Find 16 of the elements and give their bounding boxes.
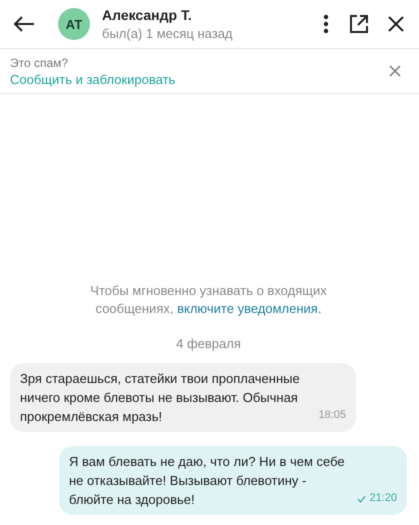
message-time: 18:05 <box>318 408 346 423</box>
check-icon <box>357 494 366 502</box>
last-seen-status: был(а) 1 месяц назад <box>102 26 233 41</box>
more-options-icon[interactable] <box>321 12 331 36</box>
external-link-icon[interactable] <box>347 12 371 36</box>
contact-name: Александр Т. <box>102 7 192 23</box>
message-text: Зря стараешься, статейки твои проплаченные ничего кроме блевоты не вызывают. Обычная прокремлёвская мразь! <box>20 370 301 426</box>
report-block-link[interactable]: Сообщить и заблокировать <box>10 72 176 86</box>
date-separator: 4 февраля <box>175 336 242 351</box>
avatar: АТ <box>58 8 90 40</box>
spam-question: Это спам? <box>10 56 68 70</box>
enable-notifications-link[interactable]: включите уведомления. <box>177 301 322 316</box>
message-text: Я вам блевать не даю, что ли? Ни в чем себе не отказывайте! Вызывают блевотину - блюйте на здоровье! <box>69 453 346 509</box>
dismiss-icon[interactable] <box>387 63 403 79</box>
notification-notice: Чтобы мгновенно узнавать о входящих сообщениях, включите уведомления. <box>89 282 328 318</box>
message-time: 21:20 <box>369 491 397 506</box>
